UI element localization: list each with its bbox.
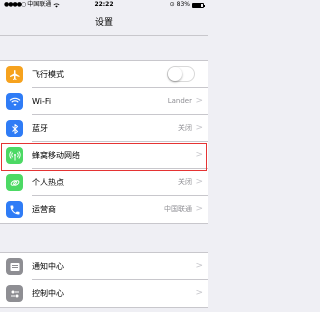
settings-row-value: 关闭 bbox=[178, 178, 192, 186]
page-title: 设置 bbox=[94, 18, 113, 28]
toggle-knob bbox=[168, 67, 182, 81]
settings-row-wifi[interactable]: Wi-Fi Lander > bbox=[0, 88, 208, 115]
navigation-bar: 设置 bbox=[0, 10, 208, 36]
settings-group-connectivity: 飞行模式 Wi-Fi Lander > 蓝牙 关闭 > 蜂窝移动网络 > 个人热… bbox=[0, 60, 208, 224]
airplane-icon bbox=[6, 66, 23, 83]
settings-row-notification-center[interactable]: 通知中心 > bbox=[0, 253, 208, 280]
settings-row-label: 个人热点 bbox=[32, 178, 64, 187]
bluetooth-icon bbox=[6, 120, 23, 137]
settings-row-value: 中国联通 bbox=[164, 205, 192, 213]
hotspot-link-icon bbox=[6, 174, 23, 191]
control-center-icon bbox=[6, 285, 23, 302]
settings-row-label: 运营商 bbox=[32, 205, 56, 214]
chevron-right-icon: > bbox=[195, 261, 203, 271]
settings-row-personal-hotspot[interactable]: 个人热点 关闭 > bbox=[0, 169, 208, 196]
chevron-right-icon: > bbox=[195, 204, 203, 214]
highlight-box bbox=[1, 143, 207, 171]
settings-row-value: 关闭 bbox=[178, 124, 192, 132]
settings-row-label: 飞行模式 bbox=[32, 70, 64, 79]
settings-row-label: 控制中心 bbox=[32, 289, 64, 298]
chevron-right-icon: > bbox=[195, 177, 203, 187]
airplane-mode-toggle[interactable] bbox=[167, 66, 195, 82]
lock-rotation-icon: ⊙ bbox=[169, 1, 175, 8]
chevron-right-icon: > bbox=[195, 288, 203, 298]
wifi-icon bbox=[6, 93, 23, 110]
chevron-right-icon: > bbox=[195, 123, 203, 133]
settings-row-label: 通知中心 bbox=[32, 262, 64, 271]
settings-row-airplane-mode[interactable]: 飞行模式 bbox=[0, 61, 208, 88]
chevron-right-icon: > bbox=[195, 96, 203, 106]
settings-screen: ●●●●○ 中国联通 22:22 ⊙ 83% 设置 飞行模式 Wi-Fi Lan… bbox=[0, 0, 208, 312]
settings-row-control-center[interactable]: 控制中心 > bbox=[0, 280, 208, 307]
status-bar: ●●●●○ 中国联通 22:22 ⊙ 83% bbox=[0, 0, 208, 10]
settings-group-centers: 通知中心 > 控制中心 > bbox=[0, 252, 208, 308]
settings-row-label: 蓝牙 bbox=[32, 124, 48, 133]
settings-row-carrier[interactable]: 运营商 中国联通 > bbox=[0, 196, 208, 223]
notification-center-icon bbox=[6, 258, 23, 275]
battery-percent: 83% bbox=[176, 1, 190, 8]
battery-icon bbox=[192, 2, 205, 8]
phone-icon bbox=[6, 201, 23, 218]
settings-row-bluetooth[interactable]: 蓝牙 关闭 > bbox=[0, 115, 208, 142]
settings-row-label: Wi-Fi bbox=[32, 97, 52, 106]
settings-row-value: Lander bbox=[167, 97, 192, 105]
